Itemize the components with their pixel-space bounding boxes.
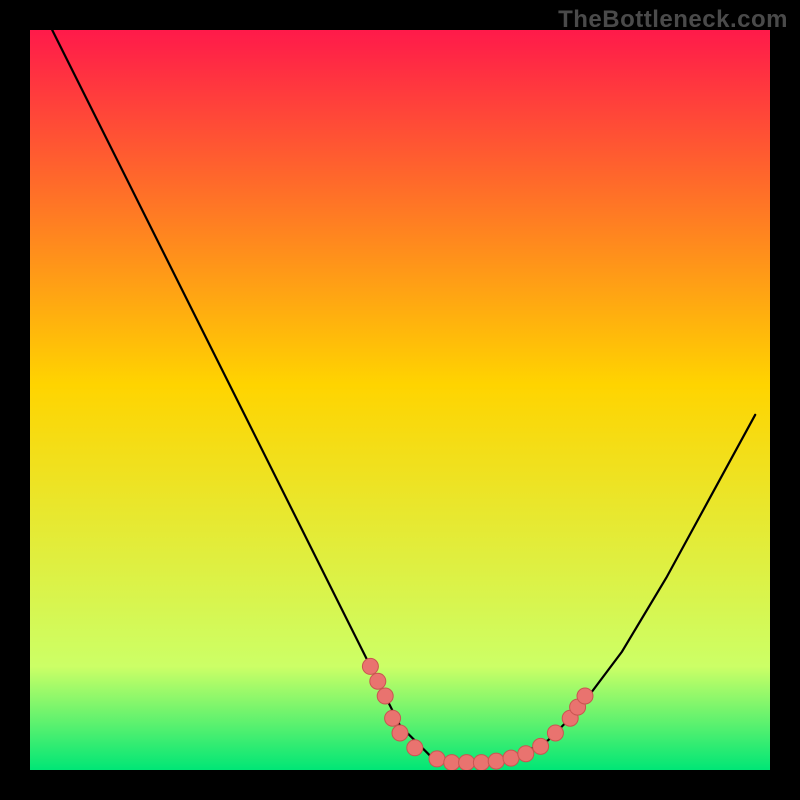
curve-marker	[444, 755, 460, 770]
curve-marker	[459, 755, 475, 770]
curve-marker	[533, 738, 549, 754]
curve-marker	[362, 658, 378, 674]
curve-marker	[377, 688, 393, 704]
curve-marker	[503, 750, 519, 766]
plot-area	[30, 30, 770, 770]
curve-marker	[392, 725, 408, 741]
gradient-background	[30, 30, 770, 770]
chart-frame: TheBottleneck.com	[0, 0, 800, 800]
curve-marker	[370, 673, 386, 689]
curve-marker	[488, 753, 504, 769]
curve-marker	[407, 740, 423, 756]
curve-marker	[473, 755, 489, 770]
watermark-text: TheBottleneck.com	[558, 6, 788, 34]
curve-marker	[385, 710, 401, 726]
curve-marker	[577, 688, 593, 704]
chart-svg	[30, 30, 770, 770]
curve-marker	[518, 746, 534, 762]
curve-marker	[429, 751, 445, 767]
curve-marker	[547, 725, 563, 741]
